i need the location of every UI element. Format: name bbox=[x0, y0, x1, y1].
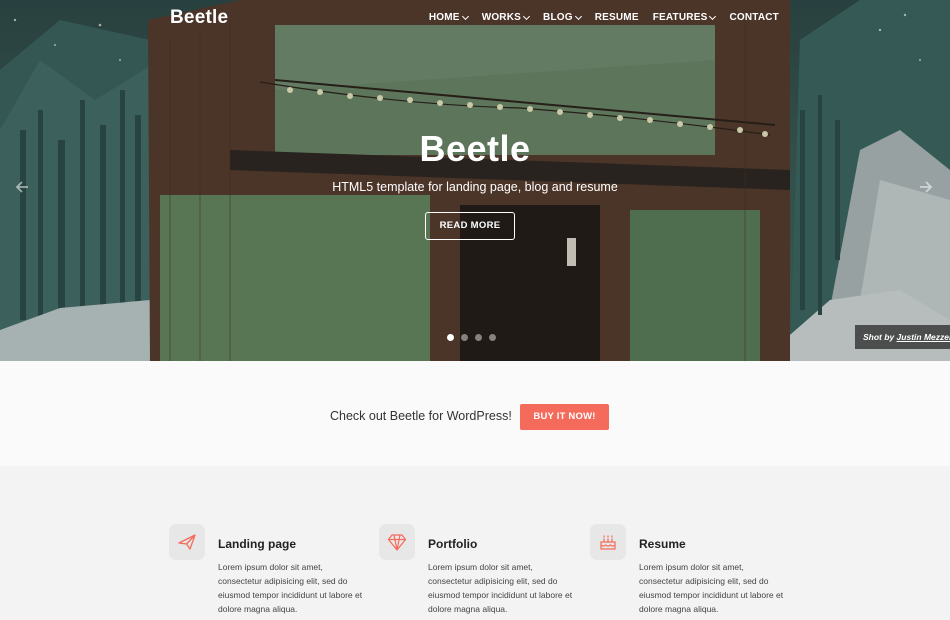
buy-it-now-button[interactable]: BUY IT NOW! bbox=[520, 404, 609, 430]
menu-item-works[interactable]: WORKS bbox=[481, 12, 531, 23]
menu-item-resume[interactable]: RESUME bbox=[595, 12, 639, 23]
feature-title: Resume bbox=[639, 537, 686, 551]
read-more-button[interactable]: READ MORE bbox=[425, 212, 515, 240]
feature-icon-box bbox=[379, 524, 415, 560]
main-menu: HOME WORKS BLOG RESUME FEATURES CONTACT bbox=[415, 12, 779, 23]
paper-plane-icon bbox=[178, 534, 196, 550]
menu-item-label: FEATURES bbox=[652, 12, 708, 23]
feature-title: Landing page bbox=[218, 537, 296, 551]
slider-dot-4[interactable] bbox=[489, 334, 496, 341]
top-navigation: Beetle HOME WORKS BLOG RESUME FEATURES C… bbox=[0, 0, 950, 36]
cake-icon bbox=[600, 535, 616, 550]
credit-author-link[interactable]: Justin Mezzell bbox=[897, 332, 950, 342]
menu-item-label: HOME bbox=[428, 12, 460, 23]
slider-pagination bbox=[447, 334, 496, 341]
photo-credit: Shot by Justin Mezzell bbox=[855, 325, 950, 349]
arrow-left-icon[interactable] bbox=[14, 179, 30, 195]
menu-item-label: BLOG bbox=[543, 12, 573, 23]
chevron-down-icon bbox=[461, 12, 469, 20]
slider-dot-2[interactable] bbox=[461, 334, 468, 341]
slider-dot-3[interactable] bbox=[475, 334, 482, 341]
chevron-down-icon bbox=[709, 12, 717, 20]
hero-subtitle: HTML5 template for landing page, blog an… bbox=[332, 180, 618, 194]
hero-slider: Beetle HOME WORKS BLOG RESUME FEATURES C… bbox=[0, 0, 950, 361]
menu-item-label: WORKS bbox=[481, 12, 522, 23]
feature-icon-box bbox=[590, 524, 626, 560]
slider-dot-1[interactable] bbox=[447, 334, 454, 341]
feature-title: Portfolio bbox=[428, 537, 478, 551]
credit-prefix: Shot by bbox=[863, 332, 895, 342]
cta-text: Check out Beetle for WordPress! bbox=[330, 409, 512, 423]
feature-icon-box bbox=[169, 524, 205, 560]
diamond-icon bbox=[387, 534, 407, 551]
site-logo[interactable]: Beetle bbox=[170, 7, 228, 29]
menu-item-label: CONTACT bbox=[729, 12, 779, 23]
menu-item-features[interactable]: FEATURES bbox=[652, 12, 717, 23]
arrow-right-icon[interactable] bbox=[918, 179, 934, 195]
wordpress-cta: Check out Beetle for WordPress! bbox=[0, 361, 950, 466]
features-section: Landing page Lorem ipsum dolor sit amet,… bbox=[0, 466, 950, 620]
chevron-down-icon bbox=[522, 12, 531, 20]
menu-item-label: RESUME bbox=[594, 12, 639, 23]
menu-item-home[interactable]: HOME bbox=[428, 12, 469, 23]
menu-item-contact[interactable]: CONTACT bbox=[729, 12, 779, 23]
feature-description: Lorem ipsum dolor sit amet, consectetur … bbox=[218, 562, 363, 614]
feature-description: Lorem ipsum dolor sit amet, consectetur … bbox=[639, 562, 784, 614]
chevron-down-icon bbox=[574, 12, 582, 20]
feature-description: Lorem ipsum dolor sit amet, consectetur … bbox=[428, 562, 573, 614]
hero-title: Beetle bbox=[419, 128, 531, 169]
menu-item-blog[interactable]: BLOG bbox=[543, 12, 582, 23]
